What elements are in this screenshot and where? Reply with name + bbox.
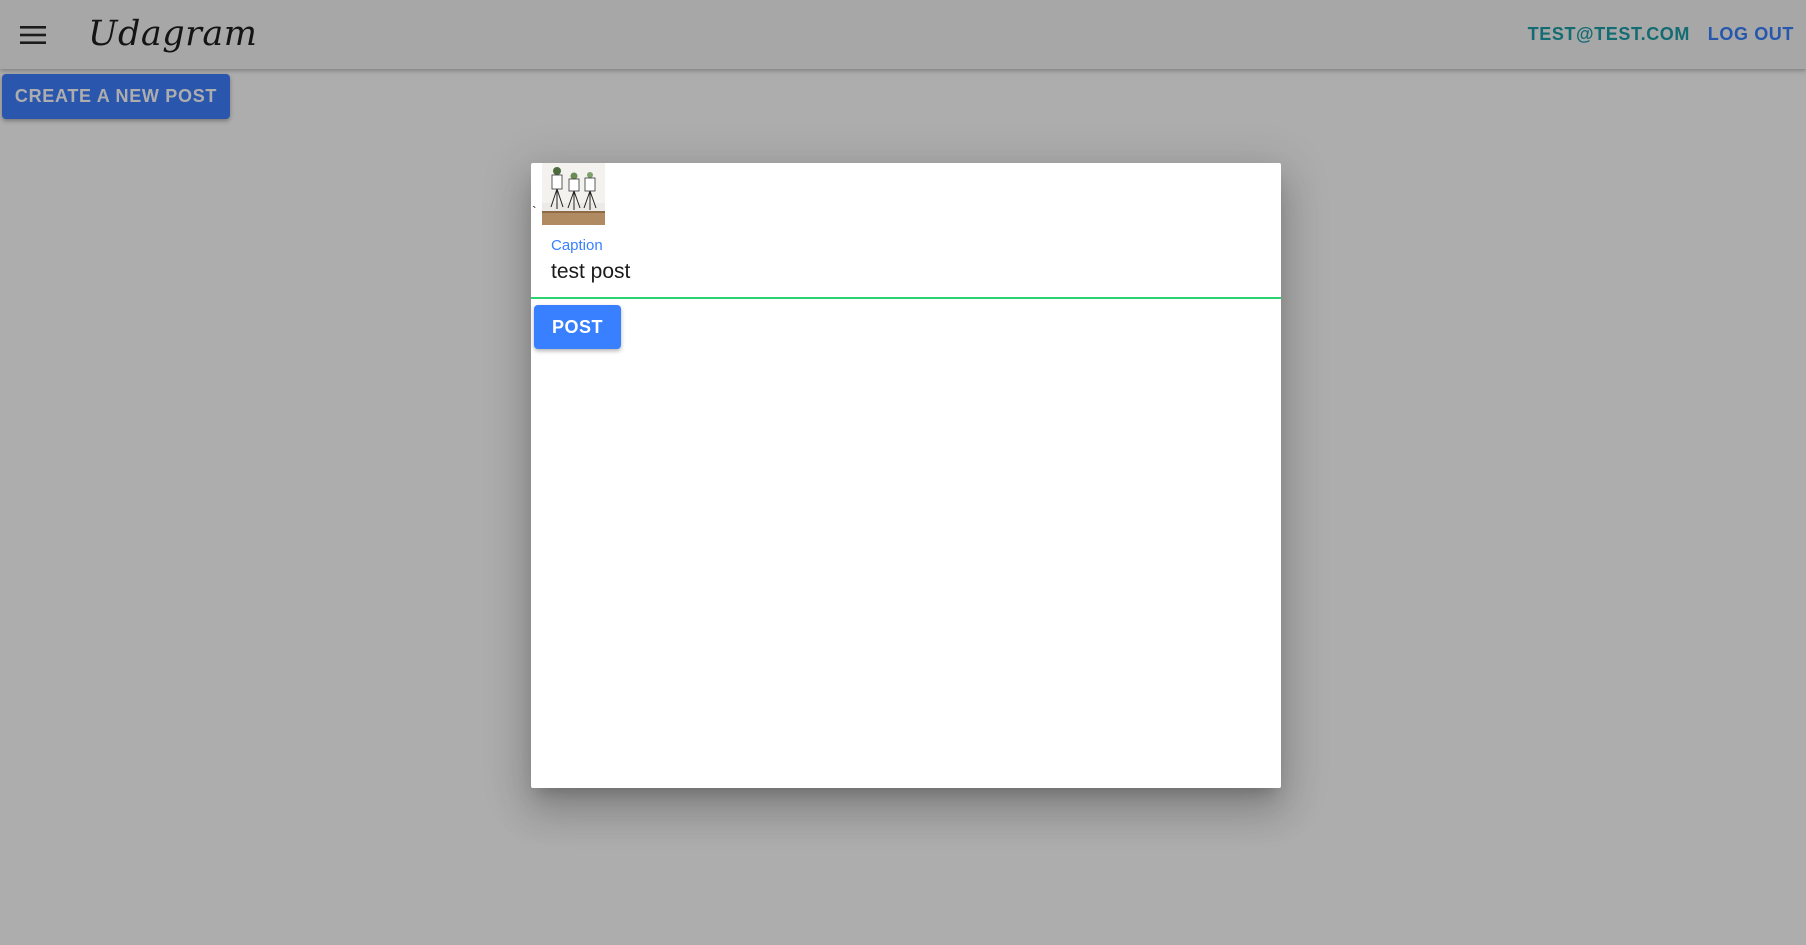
caption-focus-underline — [531, 297, 1281, 299]
caption-input[interactable] — [549, 256, 1253, 288]
caption-field: Caption — [531, 237, 1281, 299]
plants-on-stands-thumbnail — [542, 163, 605, 225]
post-button[interactable]: POST — [534, 305, 621, 349]
stray-character: ` — [532, 203, 537, 219]
caption-label: Caption — [551, 237, 603, 254]
new-post-dialog: ` Caption test post POST — [531, 163, 1281, 788]
image-preview — [542, 163, 605, 225]
